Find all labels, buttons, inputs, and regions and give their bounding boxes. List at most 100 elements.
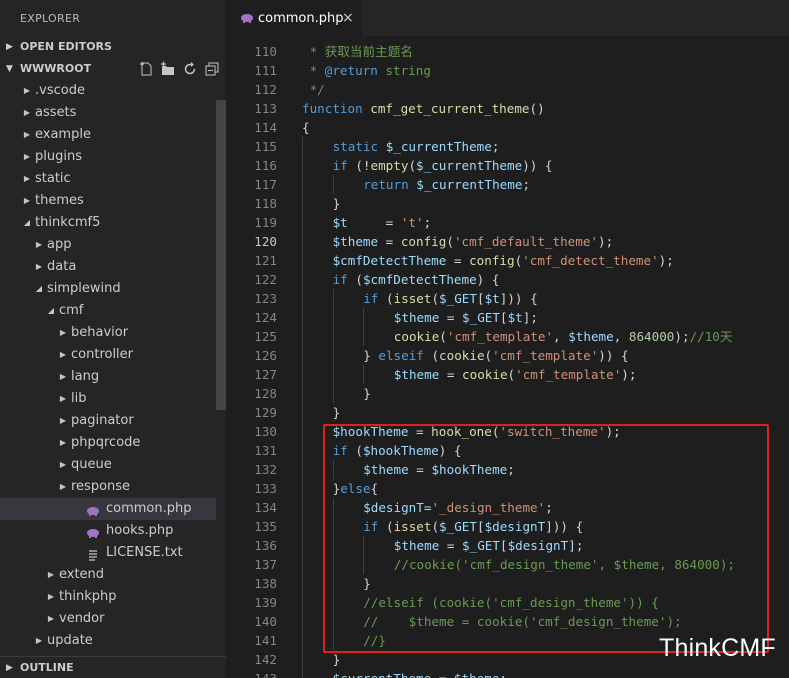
code-line[interactable]: 112 */ (226, 80, 789, 99)
code-line[interactable]: 125 cookie('cmf_template', $theme, 864000… (226, 327, 789, 346)
line-number: 133 (254, 481, 277, 496)
refresh-icon[interactable] (182, 61, 198, 77)
tree-item-thinkphp[interactable]: ▶ thinkphp (0, 586, 216, 608)
code-line[interactable]: 123 if (isset($_GET[$t])) { (226, 289, 789, 308)
tree-item-behavior[interactable]: ▶ behavior (0, 322, 216, 344)
tree-item-label: thinkcmf5 (35, 215, 101, 230)
chevron-right-icon: ▶ (47, 614, 55, 623)
tree-item-label: plugins (35, 149, 82, 164)
line-number: 117 (254, 177, 277, 192)
tree-item-vscode[interactable]: ▶ .vscode (0, 80, 216, 102)
code-line[interactable]: 115 static $_currentTheme; (226, 137, 789, 156)
indent-guide (302, 137, 303, 156)
tree-item-license-txt[interactable]: LICENSE.txt (0, 542, 216, 564)
indent-guide (302, 536, 303, 555)
chevron-right-icon: ▶ (59, 438, 67, 447)
code-text: $theme = $_GET[$t]; (393, 310, 538, 325)
tab-common-php[interactable]: common.php × (226, 0, 362, 36)
indent-guide (302, 327, 303, 346)
tree-item-lang[interactable]: ▶ lang (0, 366, 216, 388)
code-line[interactable]: 122 if ($cmfDetectTheme) { (226, 270, 789, 289)
code-line[interactable]: 110 * 获取当前主题名 (226, 42, 789, 61)
code-line[interactable]: 126} elseif (cookie('cmf_template')) { (226, 346, 789, 365)
tree-item-cmf[interactable]: ◢ cmf (0, 300, 216, 322)
chevron-right-icon: ▶ (47, 592, 55, 601)
chevron-right-icon: ▶ (35, 262, 43, 271)
code-text: function cmf_get_current_theme() (302, 101, 545, 116)
indent-guide (302, 270, 303, 289)
tree-item-plugins[interactable]: ▶ plugins (0, 146, 216, 168)
code-line[interactable]: 127 $theme = cookie('cmf_template'); (226, 365, 789, 384)
tree-item-hooks-php[interactable]: hooks.php (0, 520, 216, 542)
code-text: if (isset($_GET[$t])) { (363, 291, 538, 306)
open-editors-header[interactable]: ▶ OPEN EDITORS (0, 36, 226, 58)
code-line[interactable]: 120 $theme = config('cmf_default_theme'); (226, 232, 789, 251)
code-line[interactable]: 114 { (226, 118, 789, 137)
code-text: $currentTheme = $theme; (333, 669, 507, 678)
tree-item-label: hooks.php (106, 523, 174, 538)
code-line[interactable]: 116 if (!empty($_currentTheme)) { (226, 156, 789, 175)
tree-item-app[interactable]: ▶ app (0, 234, 216, 256)
line-number: 129 (254, 405, 277, 420)
tree-item-label: .vscode (35, 83, 85, 98)
code-line[interactable]: 113 function cmf_get_current_theme() (226, 99, 789, 118)
tree-item-simplewind[interactable]: ◢ simplewind (0, 278, 216, 300)
tree-item-response[interactable]: ▶ response (0, 476, 216, 498)
sidebar-scrollbar[interactable] (216, 100, 226, 410)
code-line[interactable]: 119 $t = 't'; (226, 213, 789, 232)
tree-item-label: app (47, 237, 72, 252)
line-number: 138 (254, 576, 277, 591)
tree-item-update[interactable]: ▶ update (0, 630, 216, 652)
code-line[interactable]: 129} (226, 403, 789, 422)
tree-item-static[interactable]: ▶ static (0, 168, 216, 190)
chevron-right-icon: ▶ (59, 372, 67, 381)
close-icon[interactable]: × (342, 0, 354, 37)
outline-header[interactable]: ▶ OUTLINE (0, 656, 226, 678)
line-number: 135 (254, 519, 277, 534)
tree-item-lib[interactable]: ▶ lib (0, 388, 216, 410)
code-line[interactable]: 121 $cmfDetectTheme = config('cmf_detect_… (226, 251, 789, 270)
new-file-icon[interactable] (138, 61, 154, 77)
tree-item-example[interactable]: ▶ example (0, 124, 216, 146)
tree-item-phpqrcode[interactable]: ▶ phpqrcode (0, 432, 216, 454)
code-text: $cmfDetectTheme = config('cmf_detect_the… (332, 253, 674, 268)
chevron-right-icon: ▶ (23, 130, 31, 139)
tree-item-common-php[interactable]: common.php (0, 498, 216, 520)
tree-item-paginator[interactable]: ▶ paginator (0, 410, 216, 432)
indent-guide (302, 593, 303, 612)
chevron-right-icon: ▶ (59, 328, 67, 337)
workspace-root-header[interactable]: ▼ WWWROOT (0, 58, 226, 80)
tree-item-assets[interactable]: ▶ assets (0, 102, 216, 124)
code-line[interactable]: 118} (226, 194, 789, 213)
explorer-title: EXPLORER (20, 12, 81, 25)
tree-item-vendor[interactable]: ▶ vendor (0, 608, 216, 630)
indent-guide (302, 365, 303, 384)
tree-item-thinkcmf5[interactable]: ◢ thinkcmf5 (0, 212, 216, 234)
chevron-right-icon: ▶ (23, 174, 31, 183)
line-number: 132 (254, 462, 277, 477)
code-text: if ($cmfDetectTheme) { (332, 272, 500, 287)
indent-guide (302, 384, 303, 403)
chevron-down-icon: ◢ (47, 306, 55, 315)
line-number: 123 (254, 291, 277, 306)
code-line[interactable]: 128} (226, 384, 789, 403)
tree-item-themes[interactable]: ▶ themes (0, 190, 216, 212)
line-number: 115 (254, 139, 277, 154)
highlight-annotation-box (323, 424, 769, 653)
code-line[interactable]: 124 $theme = $_GET[$t]; (226, 308, 789, 327)
code-line[interactable]: 111 * @return string (226, 61, 789, 80)
indent-guide (332, 327, 334, 346)
tree-item-data[interactable]: ▶ data (0, 256, 216, 278)
collapse-all-icon[interactable] (204, 61, 220, 77)
tree-item-label: thinkphp (59, 589, 117, 604)
tree-item-extend[interactable]: ▶ extend (0, 564, 216, 586)
code-line[interactable]: 143 $currentTheme = $theme; (226, 669, 789, 678)
tree-item-label: update (47, 633, 93, 648)
tree-item-controller[interactable]: ▶ controller (0, 344, 216, 366)
new-folder-icon[interactable] (160, 61, 176, 77)
code-line[interactable]: 117 return $_currentTheme; (226, 175, 789, 194)
tree-item-queue[interactable]: ▶ queue (0, 454, 216, 476)
line-number: 121 (254, 253, 277, 268)
tree-item-label: common.php (106, 501, 192, 516)
code-text: return $_currentTheme; (363, 177, 531, 192)
